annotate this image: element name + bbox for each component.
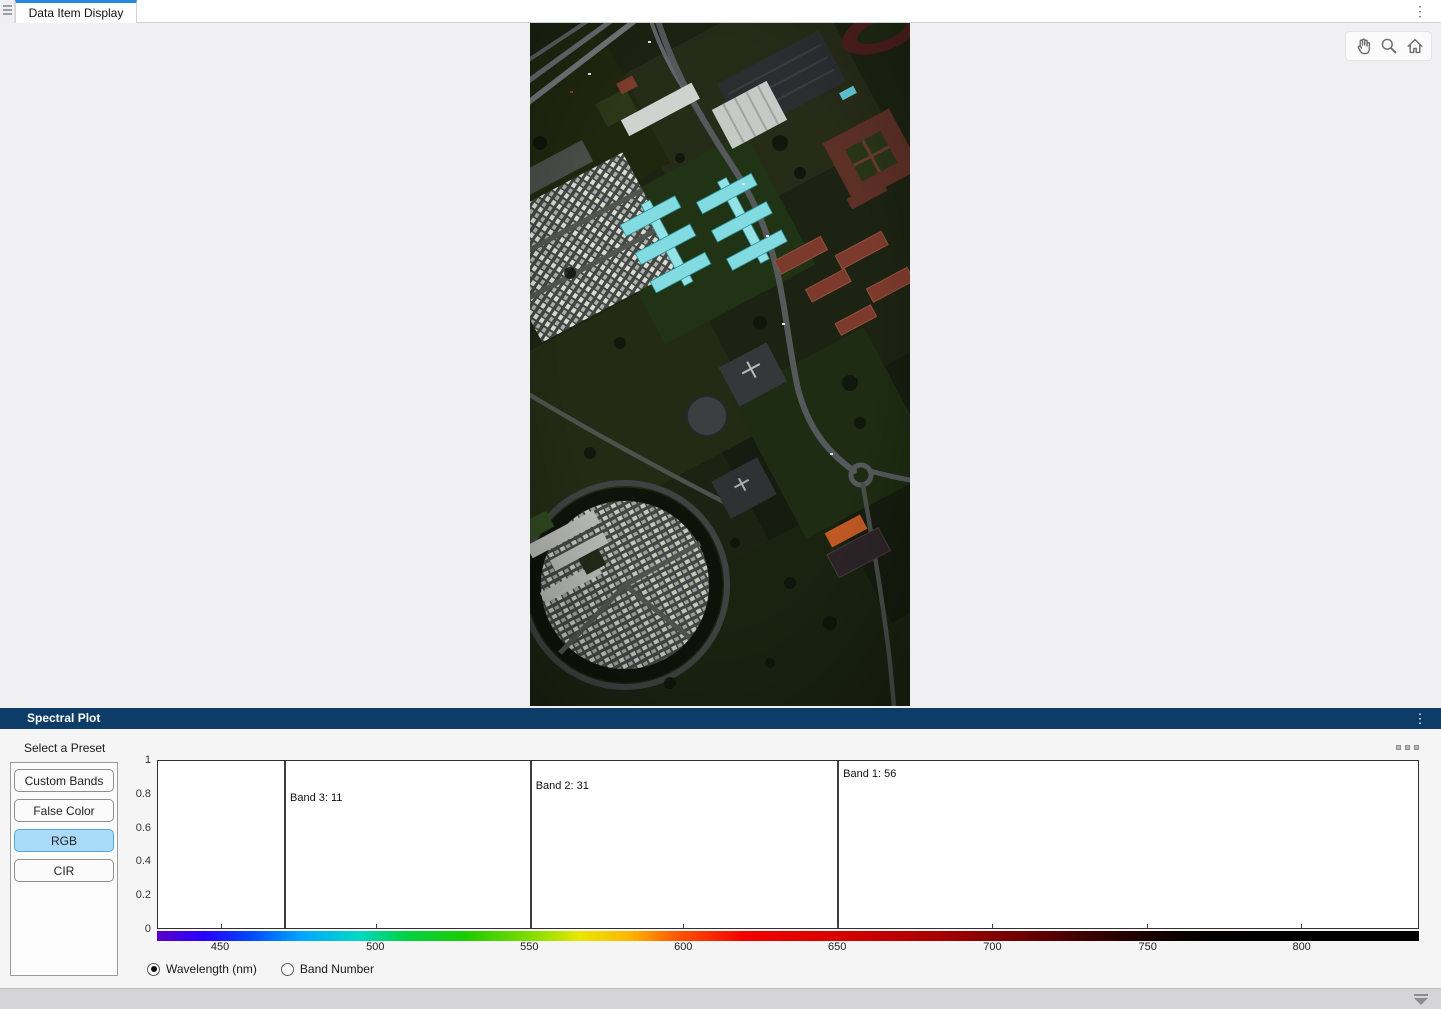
- zoom-magnifier-icon[interactable]: [1376, 34, 1401, 59]
- aerial-scene: [530, 23, 910, 706]
- spectral-plot-axes[interactable]: Band 3: 11 Band 2: 31 Band 1: 56: [157, 760, 1419, 929]
- hamburger-icon[interactable]: [3, 5, 12, 17]
- plot-options-handle-icon[interactable]: [1396, 745, 1419, 750]
- spectral-plot-title: Spectral Plot: [27, 708, 100, 729]
- spectral-panel-ellipsis-icon[interactable]: ⋮: [1412, 708, 1428, 729]
- radio-wavelength[interactable]: Wavelength (nm): [147, 962, 257, 976]
- app-window: Data Item Display ⋮: [0, 0, 1441, 1009]
- preset-false-color-button[interactable]: False Color: [14, 799, 114, 822]
- radio-selected-icon: [147, 963, 160, 976]
- x-tick-label: 650: [828, 941, 846, 953]
- y-tick-label: 0.6: [115, 822, 151, 834]
- y-tick-label: 0: [115, 923, 151, 935]
- data-item-display-view: [0, 23, 1441, 708]
- band-3-label: Band 3: 11: [290, 792, 342, 804]
- x-tick-label: 750: [1138, 941, 1156, 953]
- wavelength-colorbar: [157, 931, 1419, 941]
- restore-home-icon[interactable]: [1402, 34, 1427, 59]
- y-tick-label: 1: [115, 754, 151, 766]
- tab-strip: [0, 0, 15, 23]
- axes-toolbar: [1345, 31, 1432, 61]
- x-tick-label: 550: [520, 941, 538, 953]
- band-3-marker-line[interactable]: [284, 761, 286, 928]
- x-tick-label: 700: [983, 941, 1001, 953]
- hyperspectral-image[interactable]: [530, 23, 910, 706]
- x-tick-label: 500: [366, 941, 384, 953]
- status-bar: [0, 988, 1441, 1009]
- tab-label: Data Item Display: [29, 6, 124, 20]
- preset-custom-bands-button[interactable]: Custom Bands: [14, 769, 114, 792]
- tab-bar: Data Item Display ⋮: [0, 0, 1441, 23]
- band-2-label: Band 2: 31: [536, 780, 589, 792]
- tab-data-item-display[interactable]: Data Item Display: [15, 0, 137, 23]
- x-tick-label: 800: [1292, 941, 1310, 953]
- preset-rgb-button[interactable]: RGB: [14, 829, 114, 852]
- y-tick-label: 0.8: [115, 788, 151, 800]
- pan-hand-icon[interactable]: [1350, 34, 1375, 59]
- preset-section-label: Select a Preset: [24, 741, 105, 755]
- spectral-plot-body: Select a Preset Custom Bands False Color…: [0, 729, 1441, 988]
- preset-cir-button[interactable]: CIR: [14, 859, 114, 882]
- radio-unselected-icon: [281, 963, 294, 976]
- spectral-plot-header: Spectral Plot ⋮: [0, 708, 1441, 729]
- tabbar-ellipsis-icon[interactable]: ⋮: [1411, 1, 1429, 21]
- y-tick-label: 0.2: [115, 889, 151, 901]
- x-tick-label: 450: [211, 941, 229, 953]
- band-1-label: Band 1: 56: [843, 768, 896, 780]
- collapse-panel-icon[interactable]: [1414, 994, 1428, 1005]
- y-tick-label: 0.4: [115, 855, 151, 867]
- band-2-marker-line[interactable]: [530, 761, 532, 928]
- preset-button-group: Custom Bands False Color RGB CIR: [10, 762, 118, 976]
- radio-band-number-label: Band Number: [300, 962, 374, 976]
- x-tick-label: 600: [674, 941, 692, 953]
- x-axis-tick-labels: 450 500 550 600 650 700 750 800: [157, 941, 1419, 955]
- x-axis-mode-group: Wavelength (nm) Band Number: [147, 962, 374, 976]
- radio-band-number[interactable]: Band Number: [281, 962, 374, 976]
- radio-wavelength-label: Wavelength (nm): [166, 962, 257, 976]
- band-1-marker-line[interactable]: [837, 761, 839, 928]
